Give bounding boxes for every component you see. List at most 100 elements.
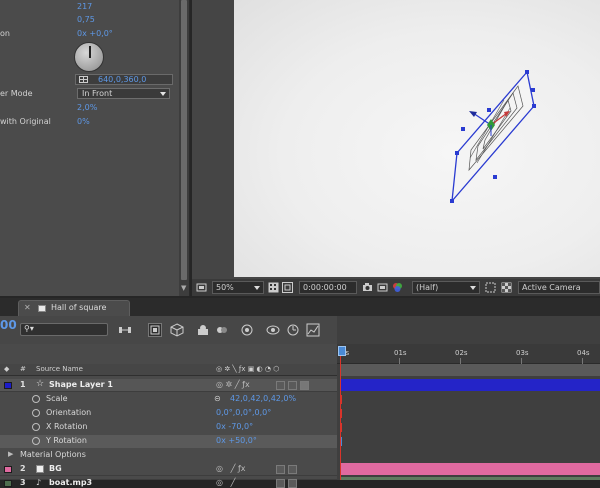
property-name: Orientation bbox=[46, 408, 92, 417]
layer-name[interactable]: boat.mp3 bbox=[49, 478, 92, 487]
draft-3d-icon[interactable] bbox=[148, 323, 162, 337]
effect-value-rotation[interactable]: 0x +0,0° bbox=[77, 29, 113, 38]
layer-color-swatch[interactable] bbox=[4, 480, 12, 487]
layer-switches[interactable]: ◎ ╱ bbox=[216, 478, 235, 487]
layer-name[interactable]: BG bbox=[49, 464, 62, 473]
rotation-dial[interactable] bbox=[74, 42, 104, 72]
monitor-icon[interactable] bbox=[196, 282, 207, 293]
ruler-label: 02s bbox=[455, 349, 468, 357]
mode-dropdown[interactable]: In Front bbox=[77, 88, 170, 99]
effect-label-rotation: on bbox=[0, 29, 10, 38]
property-value[interactable]: 42,0,42,0,42,0% bbox=[230, 394, 296, 403]
eye-icon[interactable] bbox=[266, 323, 280, 337]
ruler-label: 03s bbox=[516, 349, 529, 357]
timecode-field[interactable]: 0:00:00:00 bbox=[299, 281, 357, 294]
layer-color-swatch[interactable] bbox=[4, 466, 12, 473]
effect-value-6[interactable]: 2,0% bbox=[77, 103, 97, 112]
tab-label: Hall of square bbox=[51, 303, 107, 312]
crosshair-icon[interactable] bbox=[79, 76, 88, 83]
effect-value-1[interactable]: 217 bbox=[77, 2, 92, 11]
cube-icon[interactable] bbox=[170, 323, 184, 337]
channels-icon[interactable] bbox=[392, 282, 403, 293]
num-column-header: # bbox=[20, 365, 26, 373]
time-ruler[interactable]: 0s 01s 02s 03s 04s bbox=[337, 344, 600, 364]
current-time-indicator[interactable] bbox=[338, 346, 346, 480]
property-row-x-rotation[interactable]: X Rotation 0x -70,0° bbox=[0, 421, 337, 434]
search-icon: ⚲▾ bbox=[24, 324, 34, 333]
material-options-row[interactable]: ▶ Material Options bbox=[0, 449, 337, 462]
effect-row-2: 0,75 bbox=[0, 13, 178, 27]
link-icon[interactable]: ⊝ bbox=[214, 394, 221, 403]
tab-hall-of-square[interactable]: ✕ Hall of square bbox=[18, 300, 130, 316]
expand-arrow-icon[interactable]: ▶ bbox=[8, 450, 13, 458]
switch-box[interactable] bbox=[276, 479, 285, 488]
property-row-scale[interactable]: Scale ⊝ 42,0,42,0,42,0% bbox=[0, 393, 337, 406]
stopwatch-icon[interactable] bbox=[32, 423, 40, 431]
region-of-interest-icon[interactable] bbox=[485, 282, 496, 293]
stopwatch-icon[interactable] bbox=[32, 409, 40, 417]
scrollbar-thumb[interactable] bbox=[181, 0, 187, 280]
resolution-dropdown[interactable]: (Half) bbox=[412, 281, 480, 294]
property-value[interactable]: 0x -70,0° bbox=[216, 422, 253, 431]
layer-2-track-bar[interactable] bbox=[341, 463, 600, 475]
frame-blending-icon[interactable] bbox=[196, 323, 210, 337]
playhead-handle[interactable] bbox=[338, 346, 346, 356]
property-row-y-rotation[interactable]: Y Rotation 0x +50,0° bbox=[0, 435, 337, 448]
audio-file-icon: ♪ bbox=[36, 478, 42, 487]
motion-blur-icon[interactable] bbox=[215, 323, 229, 337]
position-field[interactable]: 640,0,360,0 bbox=[75, 74, 173, 85]
close-icon[interactable]: ✕ bbox=[24, 303, 31, 312]
property-value[interactable]: 0x +50,0° bbox=[216, 436, 257, 445]
timeline-tab-strip: ✕ Hall of square bbox=[0, 298, 600, 316]
layer-switches[interactable]: ◎ ╱ ƒx bbox=[216, 464, 246, 473]
switch-box[interactable] bbox=[288, 381, 297, 390]
graph-editor-icon[interactable] bbox=[240, 323, 254, 337]
camera-value: Active Camera bbox=[522, 283, 581, 292]
effect-label-mode: er Mode bbox=[0, 89, 33, 98]
camera-icon[interactable] bbox=[362, 282, 373, 293]
property-row-orientation[interactable]: Orientation 0,0°,0,0°,0,0° bbox=[0, 407, 337, 420]
effect-scrollbar[interactable]: ▼ bbox=[179, 0, 189, 296]
switch-box[interactable] bbox=[276, 465, 285, 474]
scroll-down-arrow-icon[interactable]: ▼ bbox=[181, 284, 187, 292]
layer-number: 3 bbox=[20, 478, 26, 487]
clock-icon[interactable] bbox=[286, 323, 300, 337]
effect-value-2[interactable]: 0,75 bbox=[77, 15, 95, 24]
effect-value-original[interactable]: 0% bbox=[77, 117, 90, 126]
position-value[interactable]: 640,0,360,0 bbox=[98, 75, 146, 84]
ruler-label: 04s bbox=[577, 349, 590, 357]
grid-icon[interactable] bbox=[268, 282, 279, 293]
transparency-grid-icon[interactable] bbox=[501, 282, 512, 293]
composition-mini-flowchart-icon[interactable] bbox=[118, 323, 132, 337]
layer-name[interactable]: Shape Layer 1 bbox=[49, 380, 113, 389]
stopwatch-icon[interactable] bbox=[32, 395, 40, 403]
stopwatch-icon[interactable] bbox=[32, 437, 40, 445]
layer-number: 1 bbox=[20, 380, 26, 389]
layer-row[interactable]: 1 ☆ Shape Layer 1 ◎ ✲ ╱ ƒx bbox=[0, 379, 337, 392]
layer-switches[interactable]: ◎ ✲ ╱ ƒx bbox=[216, 380, 250, 389]
shape-layer-preview[interactable] bbox=[234, 0, 600, 277]
chart-icon[interactable] bbox=[306, 323, 320, 337]
timeline-timecode[interactable]: 00 bbox=[0, 318, 17, 332]
layer-number: 2 bbox=[20, 464, 26, 473]
source-name-column-header[interactable]: Source Name bbox=[36, 365, 83, 373]
search-input[interactable]: ⚲▾ bbox=[20, 323, 108, 336]
zoom-dropdown[interactable]: 50% bbox=[212, 281, 264, 294]
composition-canvas[interactable] bbox=[234, 0, 600, 277]
switch-box[interactable] bbox=[288, 479, 297, 488]
layer-row[interactable]: 2 BG ◎ ╱ ƒx bbox=[0, 463, 337, 476]
mask-icon[interactable] bbox=[282, 282, 293, 293]
switch-box[interactable] bbox=[276, 381, 285, 390]
camera-dropdown[interactable]: Active Camera bbox=[518, 281, 600, 294]
property-value[interactable]: 0,0°,0,0°,0,0° bbox=[216, 408, 271, 417]
layer-color-swatch[interactable] bbox=[4, 382, 12, 389]
chevron-down-icon bbox=[254, 286, 260, 290]
work-area-bar[interactable] bbox=[341, 364, 600, 376]
switch-box[interactable] bbox=[288, 465, 297, 474]
effect-controls-panel: 217 0,75 on 0x +0,0° 640,0,360,0 er Mode… bbox=[0, 0, 190, 296]
3d-layer-switch[interactable] bbox=[300, 381, 309, 390]
timeline-tracks[interactable]: 0s 01s 02s 03s 04s bbox=[337, 316, 600, 480]
composition-viewer: 50% 0:00:00:00 (Half) Active Camera bbox=[192, 0, 600, 296]
snapshot-icon[interactable] bbox=[377, 282, 388, 293]
layer-1-track-bar[interactable] bbox=[341, 379, 600, 391]
